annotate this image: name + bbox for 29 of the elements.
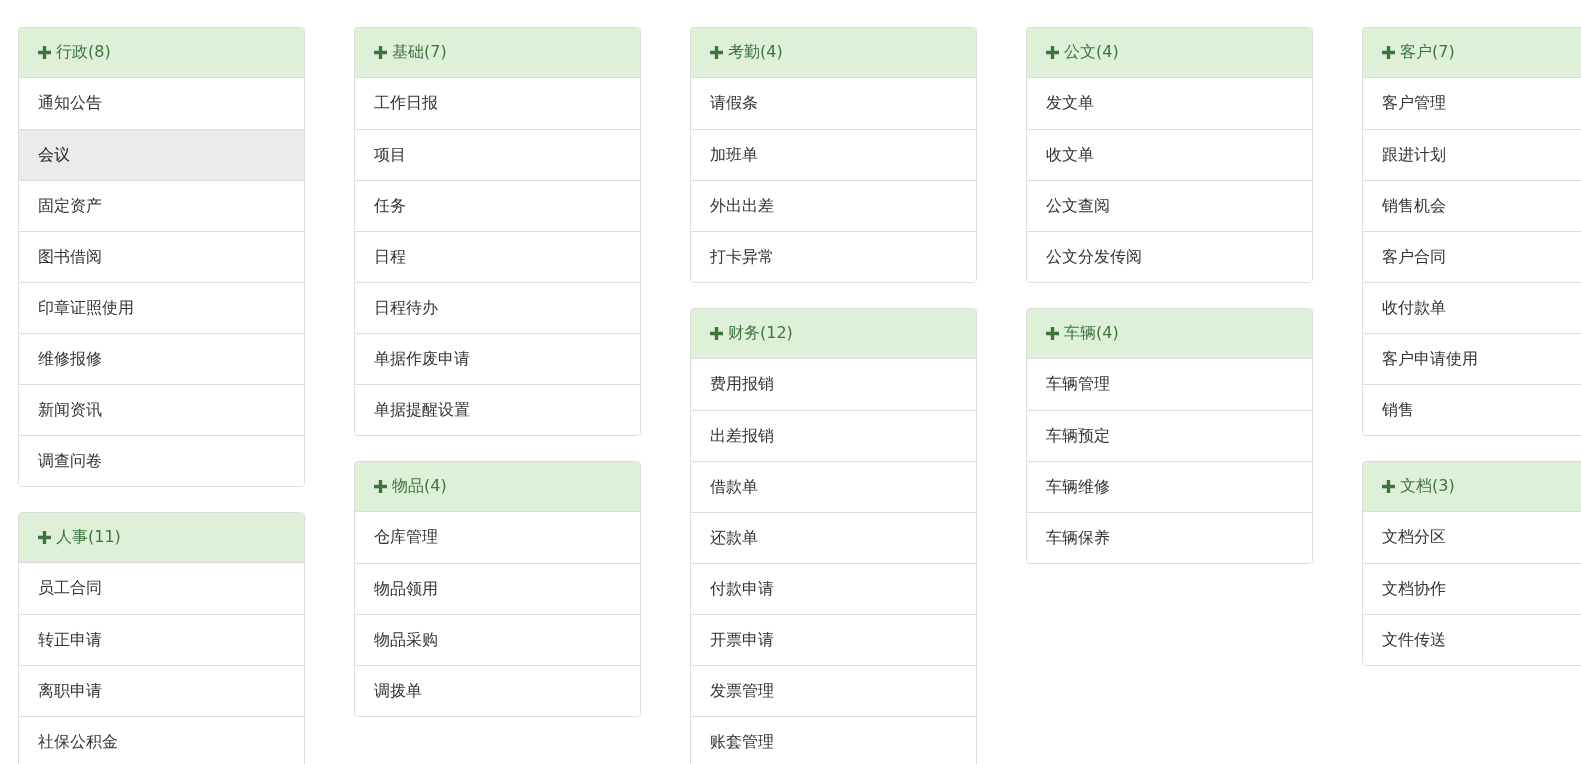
plus-icon (1382, 46, 1395, 59)
menu-item[interactable]: 会议 (19, 129, 304, 180)
group-header[interactable]: 客户(7) (1363, 28, 1581, 78)
plus-icon (710, 46, 723, 59)
group-header[interactable]: 车辆(4) (1027, 309, 1312, 359)
plus-icon (38, 531, 51, 544)
menu-item[interactable]: 车辆保养 (1027, 512, 1312, 563)
group-header[interactable]: 财务(12) (691, 309, 976, 359)
group-header[interactable]: 公文(4) (1027, 28, 1312, 78)
plus-icon (1046, 46, 1059, 59)
group-header[interactable]: 考勤(4) (691, 28, 976, 78)
menu-item[interactable]: 单据提醒设置 (355, 384, 640, 435)
plus-icon (1382, 480, 1395, 493)
plus-icon (374, 46, 387, 59)
plus-icon (374, 480, 387, 493)
group-header[interactable]: 文档(3) (1363, 462, 1581, 512)
menu-item[interactable]: 调查问卷 (19, 435, 304, 486)
menu-item[interactable]: 调拨单 (355, 665, 640, 716)
group-header[interactable]: 物品(4) (355, 462, 640, 512)
group-header[interactable]: 基础(7) (355, 28, 640, 78)
menu-item[interactable]: 公文分发传阅 (1027, 231, 1312, 282)
menu-item[interactable]: 文件传送 (1363, 614, 1581, 665)
plus-icon (38, 46, 51, 59)
plus-icon (710, 327, 723, 340)
group-header[interactable]: 人事(11) (19, 513, 304, 563)
group-header[interactable]: 行政(8) (19, 28, 304, 78)
plus-icon (1046, 327, 1059, 340)
menu-item[interactable]: 打卡异常 (691, 231, 976, 282)
menu-item[interactable]: 销售 (1363, 384, 1581, 435)
